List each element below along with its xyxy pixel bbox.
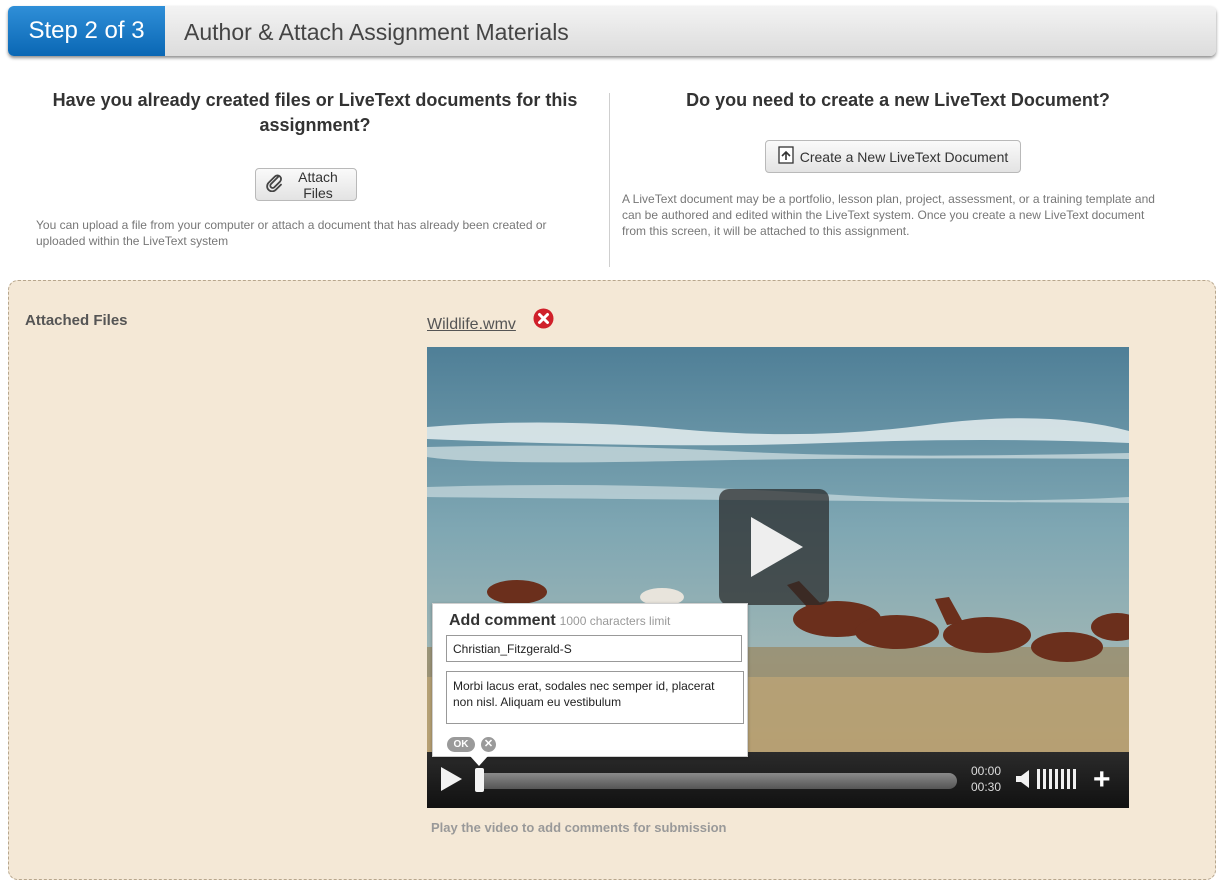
add-comment-heading: Add comment: [449, 612, 556, 629]
cancel-comment-icon[interactable]: ✕: [481, 737, 496, 752]
video-hint: Play the video to add comments for submi…: [431, 820, 727, 835]
plus-icon[interactable]: +: [1093, 765, 1111, 795]
seek-thumb[interactable]: [475, 768, 484, 792]
add-comment-popup: Add comment1000 characters limit Morbi l…: [432, 603, 748, 757]
attached-file-link[interactable]: Wildlife.wmv: [427, 316, 516, 334]
attach-help-text: You can upload a file from your computer…: [36, 218, 547, 248]
remove-file-icon[interactable]: [533, 308, 554, 329]
comment-textarea[interactable]: Morbi lacus erat, sodales nec semper id,…: [446, 671, 744, 724]
ok-button[interactable]: OK: [447, 737, 475, 752]
attach-heading: Have you already created files or LiveTe…: [52, 90, 578, 135]
commenter-name-input[interactable]: [446, 635, 742, 662]
character-limit: 1000 characters limit: [559, 614, 671, 628]
current-time: 00:00: [971, 764, 1002, 778]
seek-bar[interactable]: [475, 773, 957, 789]
create-new-section: Do you need to create a new LiveText Doc…: [618, 88, 1178, 238]
play-icon[interactable]: [439, 766, 463, 797]
volume-slider[interactable]: [1037, 769, 1076, 789]
paperclip-icon: [266, 174, 284, 195]
step-title: Author & Attach Assignment Materials: [184, 19, 569, 45]
new-document-icon: [778, 146, 794, 167]
create-heading: Do you need to create a new LiveText Doc…: [686, 90, 1110, 110]
video-controls: 00:00 00:30 +: [427, 752, 1129, 808]
column-divider: [609, 93, 610, 267]
step-header: Step 2 of 3 Author & Attach Assignment M…: [8, 6, 1216, 56]
big-play-button[interactable]: [719, 489, 829, 605]
create-document-label: Create a New LiveText Document: [799, 148, 1009, 165]
add-comment-title: Add comment 1000 characters limit: [449, 612, 670, 630]
play-icon: [751, 517, 803, 577]
attach-files-button[interactable]: Attach Files: [255, 168, 357, 201]
comment-pointer: [470, 756, 488, 766]
attached-files-panel: Attached Files Wildlife.wmv 00:00 00:30 …: [8, 280, 1216, 880]
create-livetext-document-button[interactable]: Create a New LiveText Document: [765, 140, 1021, 173]
attach-files-label: Attach Files: [298, 168, 338, 201]
attached-files-label: Attached Files: [25, 312, 128, 329]
total-time: 00:30: [971, 780, 1002, 794]
create-help-text: A LiveText document may be a portfolio, …: [622, 192, 1155, 238]
step-badge: Step 2 of 3: [8, 6, 165, 56]
volume-icon[interactable]: [1015, 768, 1033, 795]
attach-existing-section: Have you already created files or LiveTe…: [30, 88, 600, 248]
